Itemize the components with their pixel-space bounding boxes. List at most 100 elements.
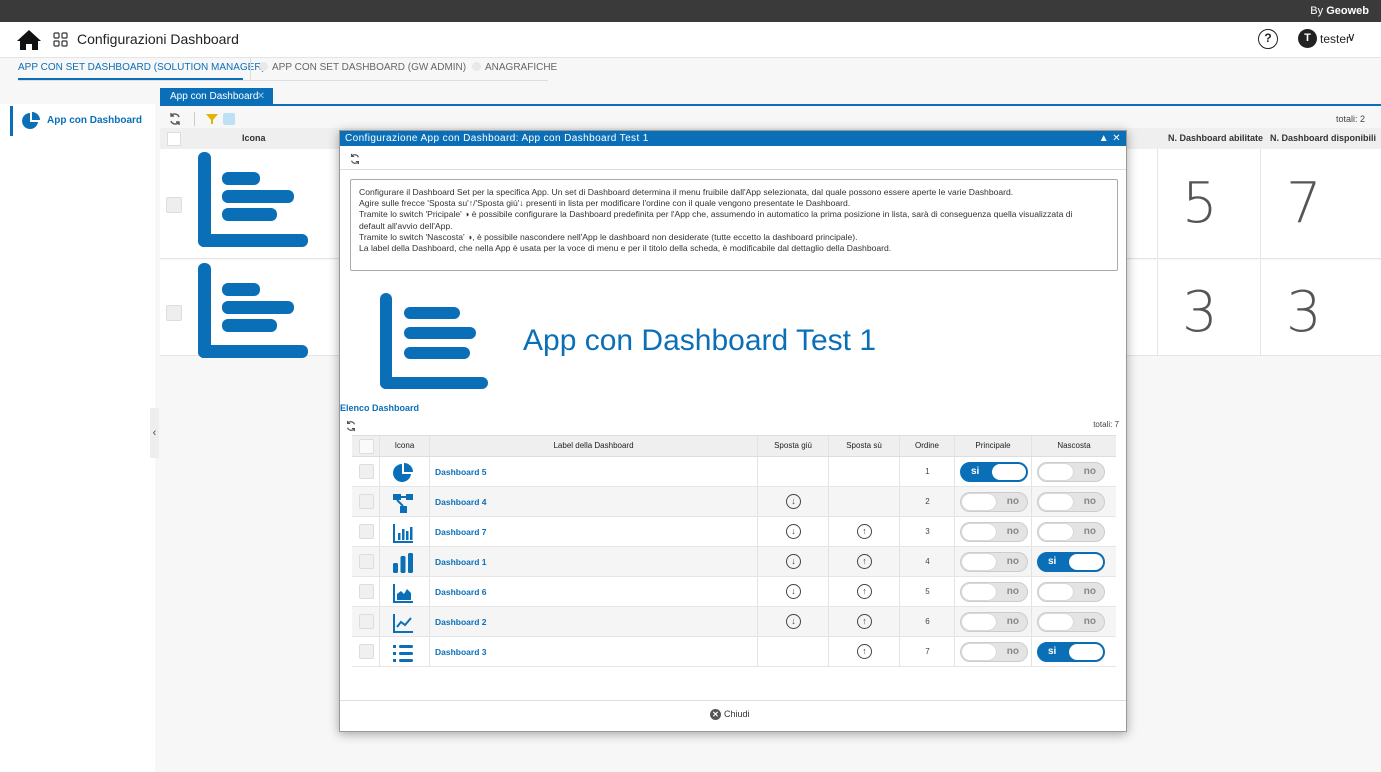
sidebar-item-app-con-dashboard[interactable]: App con Dashboard	[10, 106, 155, 136]
arrow-down-icon[interactable]: ↓	[786, 554, 801, 569]
sidebar-collapse-handle[interactable]: ‹	[150, 408, 159, 458]
select-all-checkbox[interactable]	[359, 439, 374, 454]
arrow-down-icon[interactable]: ↓	[786, 494, 801, 509]
cell-sposta-giu	[758, 637, 829, 666]
row-checkbox[interactable]	[359, 584, 374, 599]
row-checkbox[interactable]	[359, 554, 374, 569]
pie-chart-icon	[392, 462, 414, 487]
toggle-knob	[1039, 494, 1073, 510]
principale-toggle[interactable]: si	[960, 462, 1028, 482]
table-row[interactable]: Dashboard 6 ↓ ↑ 5 no no	[352, 577, 1116, 607]
cell-principale: si	[955, 457, 1032, 486]
nascosta-toggle[interactable]: no	[1037, 612, 1105, 632]
row-checkbox[interactable]	[359, 614, 374, 629]
nascosta-toggle[interactable]: no	[1037, 462, 1105, 482]
cell-label: Dashboard 5	[430, 457, 758, 486]
count-abilitate: 3	[1182, 280, 1218, 345]
principale-toggle[interactable]: no	[960, 612, 1028, 632]
row-checkbox[interactable]	[359, 524, 374, 539]
refresh-icon[interactable]	[168, 112, 182, 126]
cell-label: Dashboard 4	[430, 487, 758, 516]
order-value: 3	[925, 527, 930, 536]
toggle-text: si	[971, 466, 980, 477]
dashboard-link[interactable]: Dashboard 7	[435, 527, 487, 537]
table-row[interactable]: Dashboard 3 ↑ 7 no si	[352, 637, 1116, 667]
principale-toggle[interactable]: no	[960, 552, 1028, 572]
cell-ordine: 5	[900, 577, 955, 606]
cell-nascosta: no	[1032, 487, 1116, 516]
toggle-knob	[962, 524, 996, 540]
table-row[interactable]: Dashboard 2 ↓ ↑ 6 no no	[352, 607, 1116, 637]
principale-toggle[interactable]: no	[960, 582, 1028, 602]
nascosta-toggle[interactable]: no	[1037, 522, 1105, 542]
table-row[interactable]: Dashboard 7 ↓ ↑ 3 no no	[352, 517, 1116, 547]
apps-grid-icon[interactable]	[53, 32, 68, 47]
config-modal: Configurazione App con Dashboard: App co…	[339, 130, 1127, 732]
tab-solution-manager[interactable]: APP CON SET DASHBOARD (SOLUTION MANAGER)	[18, 58, 265, 80]
cell-label: Dashboard 3	[430, 637, 758, 666]
row-checkbox[interactable]	[359, 644, 374, 659]
tab-gw-admin[interactable]: APP CON SET DASHBOARD (GW ADMIN)	[250, 58, 466, 80]
dashboard-link[interactable]: Dashboard 3	[435, 647, 487, 657]
table-row[interactable]: Dashboard 4 ↓ 2 no no	[352, 487, 1116, 517]
arrow-up-icon[interactable]: ↑	[857, 584, 872, 599]
nascosta-toggle[interactable]: si	[1037, 642, 1105, 662]
refresh-icon[interactable]	[349, 153, 361, 165]
nascosta-toggle[interactable]: no	[1037, 582, 1105, 602]
principale-toggle[interactable]: no	[960, 522, 1028, 542]
toggle-text: no	[1083, 586, 1096, 597]
tab-anagrafiche[interactable]: ANAGRAFICHE	[464, 58, 564, 80]
arrow-up-icon[interactable]: ↑	[857, 554, 872, 569]
grid-header-checkbox[interactable]	[167, 132, 181, 146]
divider	[1157, 149, 1158, 259]
principale-toggle[interactable]: no	[960, 492, 1028, 512]
modal-titlebar[interactable]: Configurazione App con Dashboard: App co…	[340, 131, 1126, 146]
arrow-down-icon[interactable]: ↓	[786, 584, 801, 599]
row-checkbox[interactable]	[359, 494, 374, 509]
cell-principale: no	[955, 487, 1032, 516]
toggle-knob	[962, 584, 996, 600]
toggle-knob	[962, 494, 996, 510]
row-checkbox[interactable]	[166, 197, 182, 213]
arrow-down-icon[interactable]: ↓	[786, 614, 801, 629]
row-checkbox[interactable]	[166, 305, 182, 321]
chevron-down-icon[interactable]: ∨	[1347, 30, 1356, 44]
toggle-text: no	[1083, 496, 1096, 507]
page-title: Configurazioni Dashboard	[77, 31, 239, 47]
toggle-text: no	[1083, 526, 1096, 537]
nascosta-toggle[interactable]: si	[1037, 552, 1105, 572]
info-line: Tramite lo switch 'Pricipale' ◑ è possib…	[359, 209, 1073, 220]
filter-icon[interactable]	[206, 113, 218, 125]
arrow-up-icon[interactable]: ↑	[857, 524, 872, 539]
count-abilitate: 5	[1182, 171, 1218, 236]
dashboard-link[interactable]: Dashboard 2	[435, 617, 487, 627]
cell-icon	[380, 607, 430, 636]
dashboard-link[interactable]: Dashboard 6	[435, 587, 487, 597]
modal-window-controls[interactable]: ▲ ✕	[1099, 131, 1121, 146]
principale-toggle[interactable]: no	[960, 642, 1028, 662]
col-label[interactable]: Label della Dashboard	[430, 436, 758, 456]
arrow-down-icon[interactable]: ↓	[786, 524, 801, 539]
avatar[interactable]: T	[1298, 29, 1317, 48]
table-row[interactable]: Dashboard 1 ↓ ↑ 4 no si	[352, 547, 1116, 577]
refresh-icon[interactable]	[345, 420, 357, 432]
col-sposta-giu: Sposta giù	[758, 436, 829, 456]
arrow-up-icon[interactable]: ↑	[857, 644, 872, 659]
dashboard-link[interactable]: Dashboard 1	[435, 557, 487, 567]
help-icon[interactable]: ?	[1258, 29, 1278, 49]
nascosta-toggle[interactable]: no	[1037, 492, 1105, 512]
dashboard-link[interactable]: Dashboard 5	[435, 467, 487, 477]
arrow-up-icon[interactable]: ↑	[857, 614, 872, 629]
close-button[interactable]: ✕ Chiudi	[710, 709, 750, 720]
cell-sposta-giu: ↓	[758, 517, 829, 546]
dashboard-link[interactable]: Dashboard 4	[435, 497, 487, 507]
user-name[interactable]: tester	[1320, 32, 1350, 46]
tab-dot-icon	[259, 62, 268, 71]
cell-nascosta: si	[1032, 547, 1116, 576]
select-all-icon[interactable]	[223, 113, 235, 125]
home-icon[interactable]	[16, 29, 42, 51]
brand-prefix: By	[1310, 5, 1324, 17]
table-row[interactable]: Dashboard 5 1 si no	[352, 457, 1116, 487]
cell-nascosta: no	[1032, 457, 1116, 486]
row-checkbox[interactable]	[359, 464, 374, 479]
